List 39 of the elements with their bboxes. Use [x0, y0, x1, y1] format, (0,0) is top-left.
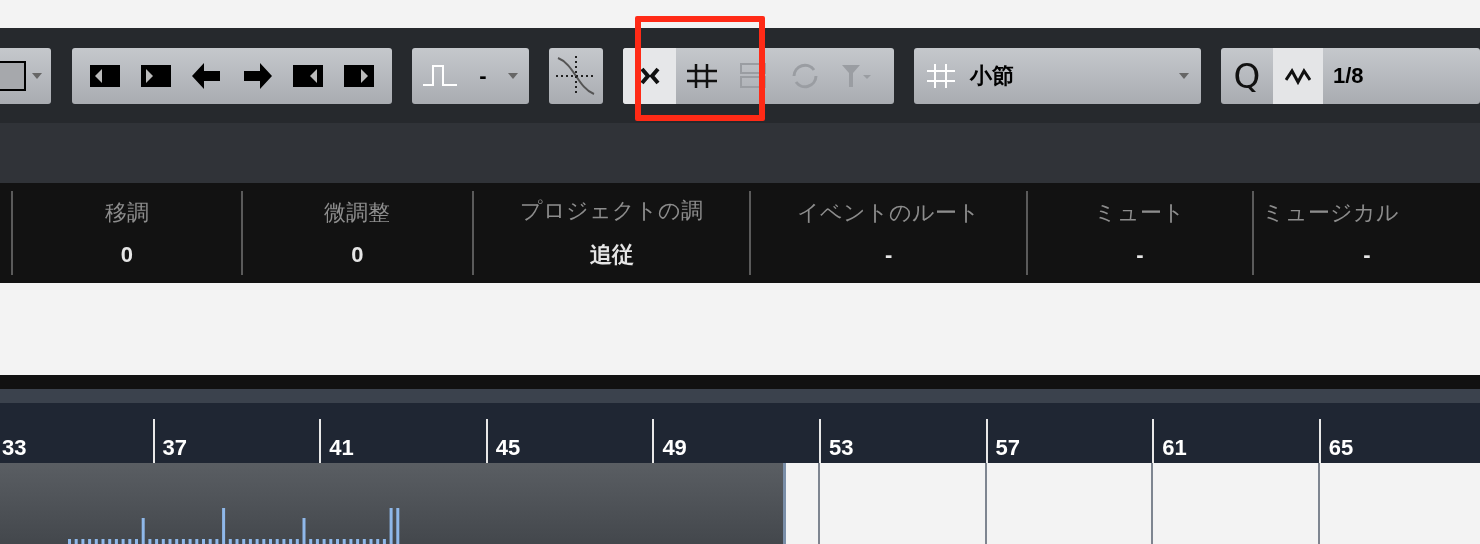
- bar-number: 61: [1162, 437, 1187, 459]
- trim-icon[interactable]: [141, 64, 171, 87]
- color-dropdown[interactable]: [0, 47, 51, 104]
- bar-number: 57: [995, 437, 1021, 459]
- bar-number: 53: [828, 437, 854, 459]
- quantize-button[interactable]: Q: [1221, 47, 1273, 104]
- bar-number: 37: [162, 437, 188, 459]
- info-label: 移調: [104, 199, 149, 227]
- step-dropdown[interactable]: -: [412, 47, 529, 104]
- trim-icon[interactable]: [292, 64, 323, 87]
- caret-icon: [508, 72, 518, 79]
- bar-number: 45: [495, 437, 521, 459]
- info-value[interactable]: -: [1136, 242, 1144, 268]
- quantize-value[interactable]: 1/8: [1323, 62, 1364, 89]
- info-value[interactable]: -: [1363, 242, 1371, 268]
- bar-number: 41: [329, 437, 354, 459]
- info-value[interactable]: 0: [120, 242, 134, 268]
- caret-icon: [1179, 72, 1189, 79]
- info-value[interactable]: 0: [351, 242, 364, 268]
- wave-icon[interactable]: [1273, 47, 1323, 104]
- info-label: プロジェクトの調: [520, 197, 704, 225]
- trim-icon[interactable]: [343, 64, 374, 87]
- grid-icon: [926, 62, 956, 89]
- bar-number: 65: [1328, 437, 1354, 459]
- caret-icon: [32, 72, 42, 79]
- info-value[interactable]: -: [884, 242, 893, 268]
- step-icon: [422, 62, 458, 89]
- step-value: -: [478, 62, 488, 89]
- grid-type-dropdown[interactable]: 小節: [914, 47, 1201, 104]
- info-label: 微調整: [324, 199, 391, 227]
- info-label: ミュート: [1094, 199, 1186, 227]
- bar-number: 49: [662, 437, 687, 459]
- curve-icon[interactable]: [549, 47, 603, 104]
- info-value[interactable]: 追従: [589, 240, 634, 270]
- info-label: イベントのルート: [797, 199, 981, 227]
- bar-number: 33: [2, 437, 27, 459]
- info-label: ミュージカル: [1260, 199, 1399, 227]
- trim-icon[interactable]: [90, 64, 121, 87]
- audio-event[interactable]: [0, 463, 786, 544]
